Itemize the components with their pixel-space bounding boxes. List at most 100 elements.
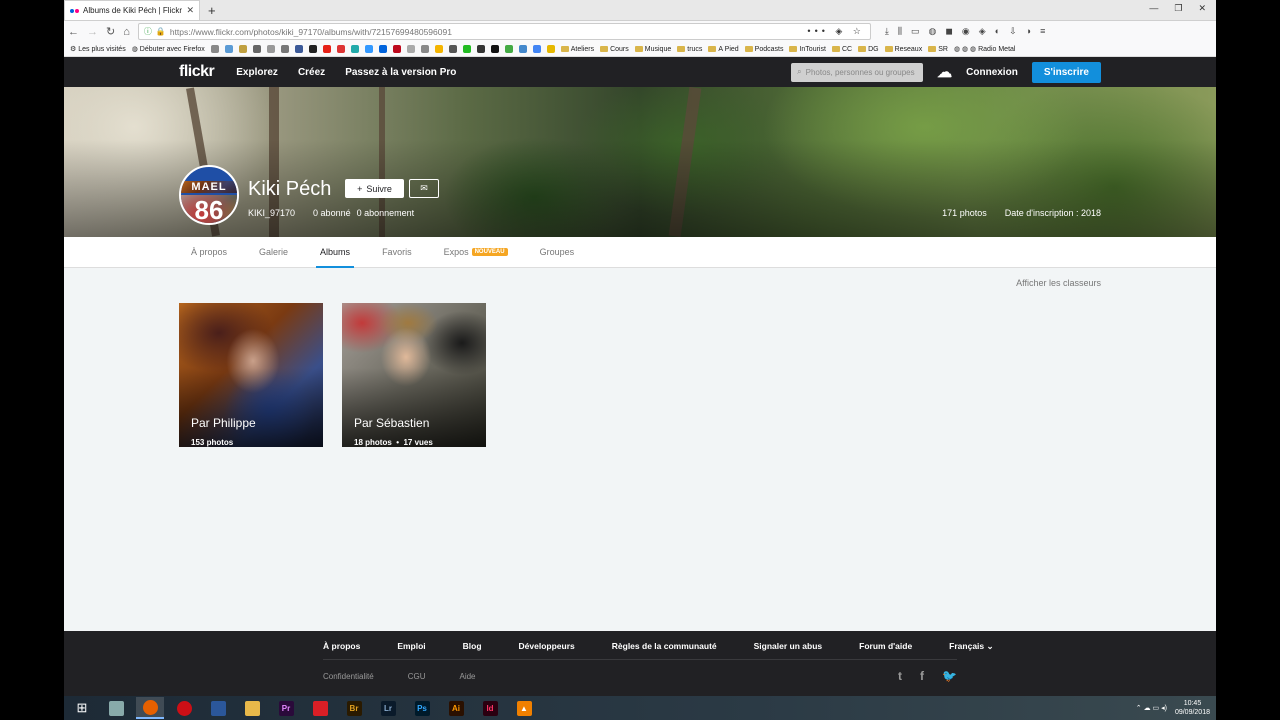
forward-icon[interactable]: → — [87, 26, 98, 38]
footer-link[interactable]: Forum d'aide — [859, 641, 912, 652]
avatar[interactable]: MAEL 86 — [179, 165, 239, 225]
bookmark-folder[interactable]: Ateliers — [561, 46, 594, 53]
facebook-icon[interactable]: f — [920, 669, 924, 683]
bookmark-icon[interactable] — [518, 45, 527, 53]
footer-link[interactable]: Confidentialité — [323, 672, 374, 681]
browser-tab[interactable]: Albums de Kiki Péch | Flickr ✕ — [64, 0, 200, 20]
back-icon[interactable]: ← — [68, 26, 79, 38]
bookmark-icon[interactable] — [476, 45, 485, 53]
close-tab-icon[interactable]: ✕ — [186, 5, 194, 16]
footer-link[interactable]: Emploi — [397, 641, 425, 652]
bookmark-icon[interactable] — [546, 45, 555, 53]
bookmark-item[interactable]: ◍ ◍ ◍ Radio Metal — [954, 45, 1016, 53]
bookmark-icon[interactable] — [280, 45, 289, 53]
bookmark-icon[interactable] — [224, 45, 233, 53]
bookmark-icon[interactable] — [406, 45, 415, 53]
extension-icon[interactable]: ◐ — [995, 26, 1000, 37]
taskbar-app[interactable]: ▲ — [510, 697, 538, 719]
start-button[interactable]: ⊞ — [68, 697, 96, 719]
tab-albums[interactable]: Albums — [316, 237, 355, 268]
minimize-icon[interactable]: — — [1149, 3, 1158, 14]
bookmark-folder[interactable]: SR — [928, 46, 948, 53]
taskbar-app[interactable]: Pr — [272, 697, 300, 719]
album-card[interactable]: Par Philippe 153 photos — [179, 303, 323, 447]
extension-icon[interactable]: ◼ — [945, 26, 952, 37]
taskbar-app[interactable]: Ai — [442, 697, 470, 719]
taskbar-app[interactable]: Br — [340, 697, 368, 719]
tab-gallery[interactable]: Galerie — [259, 237, 288, 267]
page-actions-icon[interactable]: ••• ◈ ☆ — [807, 26, 864, 37]
taskbar-app[interactable] — [136, 697, 164, 719]
tab-groups[interactable]: Groupes — [540, 237, 575, 267]
signup-button[interactable]: S'inscrire — [1031, 61, 1101, 83]
taskbar-app[interactable]: Ps — [408, 697, 436, 719]
extension-icon[interactable]: ◍ — [929, 26, 937, 37]
taskbar-app[interactable] — [102, 697, 130, 719]
sidebar-icon[interactable]: ▭ — [911, 26, 920, 37]
bookmark-folder[interactable]: DG — [858, 46, 879, 53]
bookmark-icon[interactable] — [308, 45, 317, 53]
bookmark-icon[interactable] — [266, 45, 275, 53]
bookmark-folder[interactable]: A Pied — [708, 46, 738, 53]
bookmark-icon[interactable] — [364, 45, 373, 53]
twitter-icon[interactable]: 🐦 — [942, 669, 957, 683]
bookmark-item[interactable]: ⚙ Les plus visités — [70, 45, 126, 53]
bookmark-folder[interactable]: Cours — [600, 46, 629, 53]
taskbar-app[interactable] — [204, 697, 232, 719]
footer-link[interactable]: Règles de la communauté — [612, 641, 717, 652]
bookmark-icon[interactable] — [434, 45, 443, 53]
footer-link[interactable]: Aide — [459, 672, 475, 681]
tab-galleries[interactable]: Expos NOUVEAU — [444, 237, 508, 267]
download-icon[interactable]: ⇩ — [1009, 26, 1017, 37]
menu-icon[interactable]: ≡ — [1040, 26, 1045, 37]
language-select[interactable]: Français ⌄ — [949, 641, 993, 652]
reload-icon[interactable]: ↻ — [106, 25, 115, 38]
nav-create[interactable]: Créez — [298, 67, 325, 78]
restore-icon[interactable]: ❐ — [1174, 3, 1182, 14]
footer-link[interactable]: Développeurs — [519, 641, 575, 652]
nav-explore[interactable]: Explorez — [236, 67, 278, 78]
tab-about[interactable]: À propos — [191, 237, 227, 267]
album-card[interactable]: Par Sébastien 18 photos • 17 vues — [342, 303, 486, 447]
nav-pro[interactable]: Passez à la version Pro — [345, 67, 456, 78]
flickr-icon[interactable] — [378, 45, 387, 53]
youtube-icon[interactable] — [322, 45, 331, 53]
following-count[interactable]: 0 abonnement — [357, 208, 415, 218]
upload-cloud-icon[interactable]: ☁ — [937, 63, 952, 81]
bookmark-folder[interactable]: Reseaux — [885, 46, 923, 53]
bookmark-icon[interactable] — [336, 45, 345, 53]
tray-icons[interactable]: ⌃ ☁ ▭ ◂) — [1136, 704, 1167, 712]
login-link[interactable]: Connexion — [966, 67, 1018, 78]
home-icon[interactable]: ⌂ — [123, 26, 130, 38]
flickr-logo[interactable]: flickr — [179, 63, 215, 81]
follow-button[interactable]: + Suivre — [345, 179, 404, 198]
info-icon[interactable]: ⓘ — [144, 26, 152, 37]
url-bar[interactable]: ⓘ 🔒 https://www.flickr.com/photos/kiki_9… — [137, 23, 871, 40]
new-tab-icon[interactable]: + — [200, 3, 224, 20]
footer-link[interactable]: Signaler un abus — [754, 641, 823, 652]
bookmark-icon[interactable] — [420, 45, 429, 53]
download-icon[interactable]: ⤓ — [885, 26, 889, 37]
taskbar-app[interactable] — [170, 697, 198, 719]
bookmark-icon[interactable] — [448, 45, 457, 53]
bookmark-icon[interactable] — [252, 45, 261, 53]
bookmark-item[interactable]: ◍ Débuter avec Firefox — [132, 45, 205, 53]
bookmark-folder[interactable]: Musique — [635, 46, 671, 53]
message-button[interactable]: ✉ — [409, 179, 439, 198]
pinterest-icon[interactable] — [392, 45, 401, 53]
extension-icon[interactable]: ◑ — [1026, 26, 1031, 37]
followers-count[interactable]: 0 abonné — [313, 208, 351, 218]
clock[interactable]: 10:45 09/09/2018 — [1175, 699, 1210, 717]
extension-icon[interactable]: ◈ — [979, 26, 986, 37]
bookmark-folder[interactable]: CC — [832, 46, 852, 53]
extension-icon[interactable]: ◉ — [962, 26, 970, 37]
bookmark-folder[interactable]: InTourist — [789, 46, 825, 53]
footer-link[interactable]: Blog — [463, 641, 482, 652]
library-icon[interactable]: ⫼ — [898, 26, 902, 37]
bookmark-folder[interactable]: trucs — [677, 46, 702, 53]
bookmark-icon[interactable] — [504, 45, 513, 53]
bookmark-icon[interactable] — [532, 45, 541, 53]
bookmark-icon[interactable] — [210, 45, 219, 53]
facebook-icon[interactable] — [294, 45, 303, 53]
taskbar-app[interactable]: Lr — [374, 697, 402, 719]
